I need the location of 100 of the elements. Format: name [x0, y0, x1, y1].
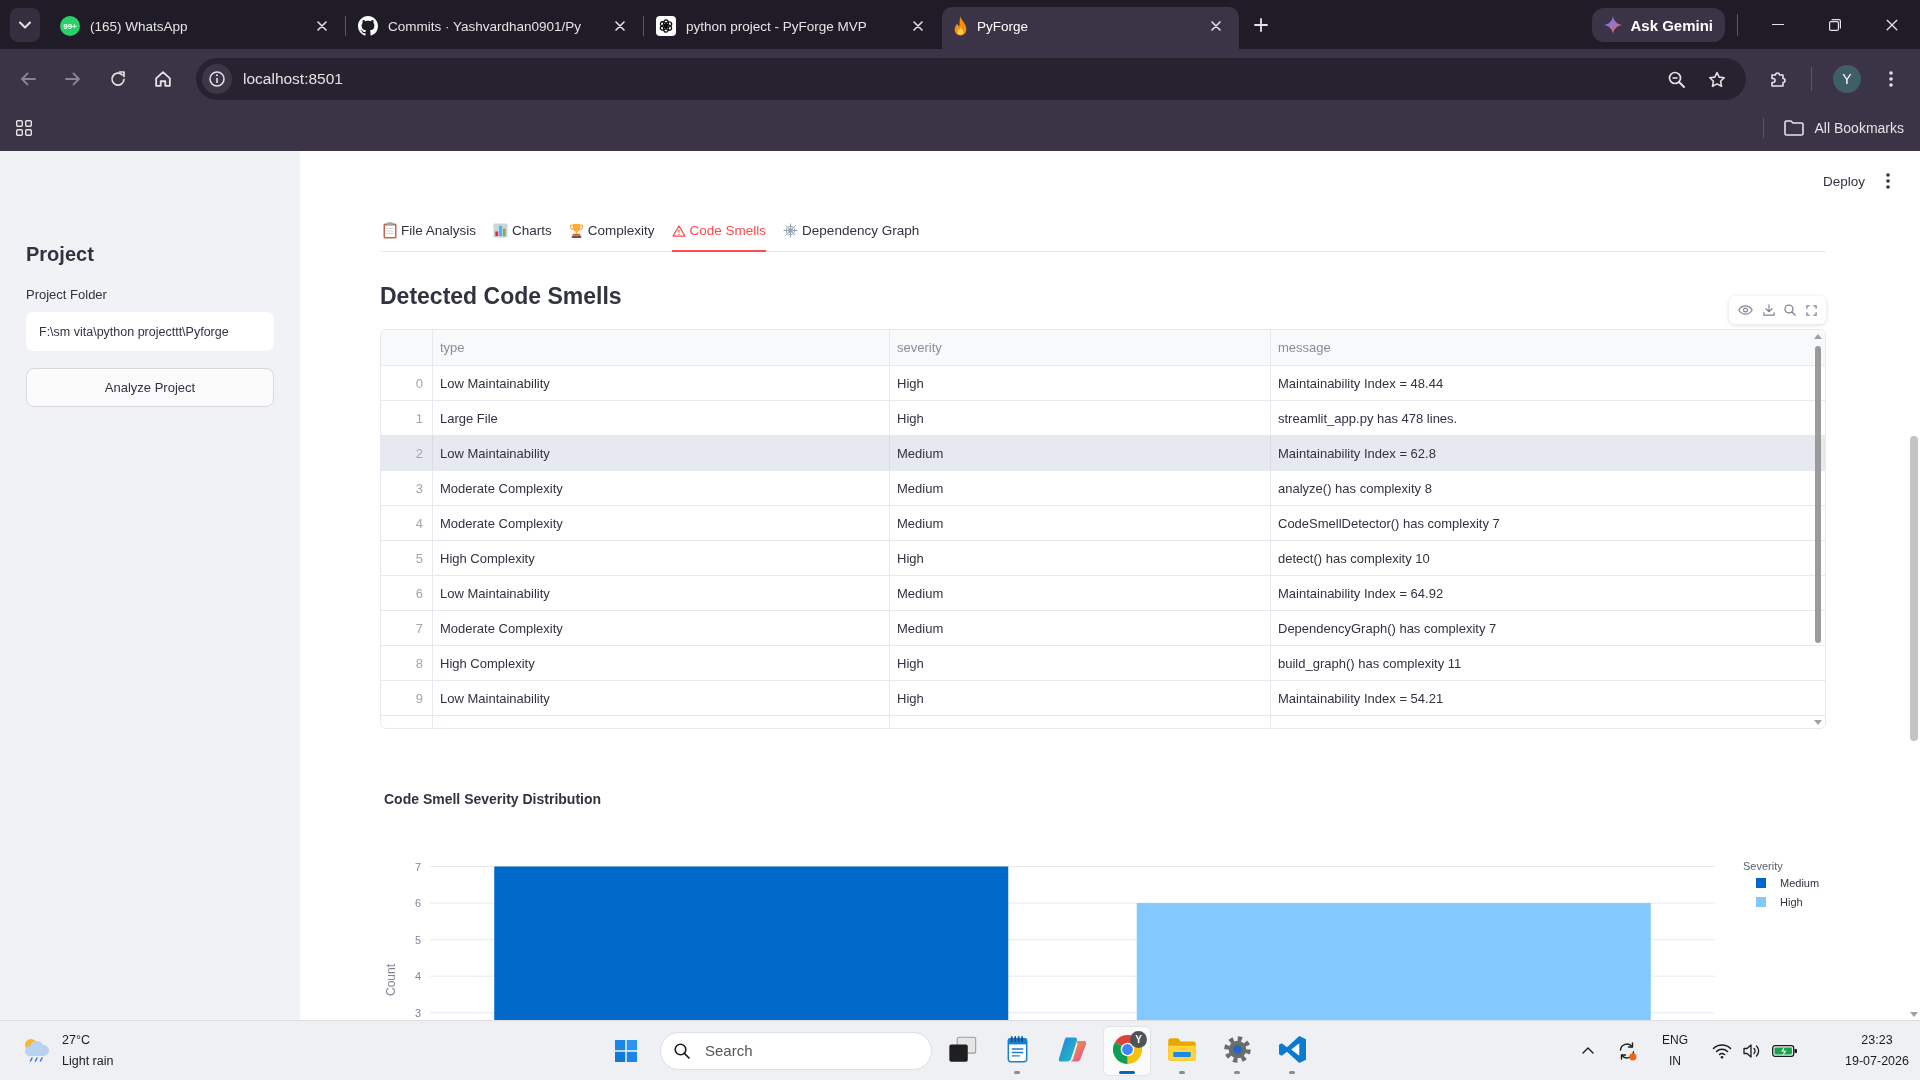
close-icon[interactable]: [913, 21, 923, 31]
puzzle-piece-icon[interactable]: [1770, 70, 1788, 88]
notepad-icon: [1005, 1035, 1029, 1063]
gear-icon: [1223, 1035, 1251, 1063]
knot-logo-icon: [656, 16, 676, 36]
table-cell: High: [890, 646, 1271, 680]
sidebar-heading: Project: [26, 242, 94, 266]
row-index-cell: 4: [381, 506, 433, 540]
tab[interactable]: File Analysis: [383, 211, 477, 252]
scroll-down-arrow-icon[interactable]: [1910, 1012, 1918, 1017]
table-cell-text: Maintainability Index = 48.44: [1277, 374, 1445, 393]
new-tab-icon[interactable]: [1254, 18, 1268, 32]
folder-path-field[interactable]: F:\sm vita\python projecttt\Pyforge: [26, 312, 274, 351]
row-index-cell: 2: [381, 436, 433, 470]
table-cell-text: Maintainability Index = 62.8: [1277, 444, 1437, 463]
weather-condition-text: Light rain: [62, 1052, 114, 1070]
start-icon[interactable]: [615, 1039, 637, 1062]
minimize-icon[interactable]: [1771, 23, 1784, 26]
site-info-icon[interactable]: [202, 64, 232, 94]
table-cell: Low Maintainability: [433, 366, 890, 400]
battery-charging-icon[interactable]: [1772, 1043, 1798, 1058]
legend-title: Severity: [1743, 860, 1783, 872]
close-icon[interactable]: [317, 21, 327, 31]
bookmark-star-icon[interactable]: [1708, 70, 1726, 88]
table-cell-text: Maintainability Index = 64.92: [1277, 584, 1445, 603]
eye-icon[interactable]: [1737, 305, 1753, 315]
tab[interactable]: Complexity: [568, 211, 655, 252]
zoom-out-icon[interactable]: [1667, 70, 1685, 88]
chevron-up-icon[interactable]: [1582, 1047, 1594, 1054]
kebab-menu-icon[interactable]: [1886, 173, 1890, 189]
table-cell-text: streamlit_app.py has 478 lines.: [1277, 409, 1459, 428]
tab-search-button[interactable]: [10, 8, 40, 42]
table-cell: Medium: [890, 576, 1271, 610]
browser-tab[interactable]: Commits · Yashvardhan0901/Py: [346, 7, 643, 49]
row-index-cell: 0: [381, 366, 433, 400]
profile-badge: Y: [1130, 1031, 1147, 1048]
search-icon[interactable]: [1784, 304, 1797, 316]
clock-date[interactable]: 19-07-2026: [1845, 1052, 1909, 1070]
caret-down-icon: [19, 21, 31, 29]
legend-label[interactable]: High: [1780, 896, 1803, 908]
row-index-cell: 6: [381, 576, 433, 610]
table-cell: Low Maintainability: [433, 681, 890, 715]
row-index-cell: 7: [381, 611, 433, 645]
language-label[interactable]: ENG: [1662, 1031, 1688, 1049]
download-icon[interactable]: [1762, 304, 1775, 316]
ask-gemini-button[interactable]: Ask Gemini: [1592, 8, 1725, 42]
region-label[interactable]: IN: [1669, 1052, 1681, 1070]
row-index-cell: 1: [381, 401, 433, 435]
temperature-text: 27°C: [62, 1031, 90, 1049]
code-editor-icon: [1278, 1035, 1306, 1063]
sync-icon[interactable]: [1617, 1040, 1637, 1061]
deploy-button[interactable]: Deploy: [1812, 167, 1875, 195]
table-cell: High: [890, 366, 1271, 400]
tab[interactable]: Dependency Graph: [783, 211, 920, 252]
clock-time[interactable]: 23:23: [1861, 1031, 1893, 1049]
taskbar-app-button[interactable]: Y: [1103, 1026, 1151, 1076]
reload-icon[interactable]: [110, 71, 126, 87]
scroll-down-arrow-icon[interactable]: [1814, 720, 1822, 725]
swirl-logo-icon: [1057, 1035, 1087, 1063]
table-cell: Moderate Complexity: [433, 506, 890, 540]
tab[interactable]: Charts: [493, 211, 552, 252]
browser-tab[interactable]: python project - PyForge MVP: [644, 7, 941, 49]
search-field[interactable]: Search: [660, 1031, 932, 1070]
kebab-menu-icon[interactable]: [1889, 71, 1893, 87]
folder-icon: [1167, 1036, 1197, 1062]
table-cell: High: [890, 401, 1271, 435]
table-cell-text: CodeSmellDetector() has complexity 7: [1277, 514, 1501, 533]
legend-label[interactable]: Medium: [1780, 877, 1820, 889]
table-cell-text: detect() has complexity 10: [1277, 549, 1431, 568]
forward-arrow-icon[interactable]: [65, 71, 81, 87]
wifi-icon[interactable]: [1712, 1042, 1732, 1059]
back-arrow-icon[interactable]: [20, 71, 36, 87]
volume-icon[interactable]: [1742, 1042, 1762, 1059]
row-index-cell: 9: [381, 681, 433, 715]
axis-tick-label: 7: [414, 860, 421, 873]
folder-icon: [1783, 120, 1804, 136]
profile-avatar[interactable]: Y: [1833, 65, 1861, 93]
home-icon[interactable]: [155, 71, 171, 87]
address-bar[interactable]: localhost:8501: [196, 58, 1746, 100]
table-cell: Medium: [890, 436, 1271, 470]
analyze-project-button[interactable]: Analyze Project: [26, 368, 274, 407]
restore-icon[interactable]: [1828, 18, 1841, 31]
browser-tab[interactable]: 99+ (165) WhatsApp: [48, 7, 345, 49]
all-bookmarks-button[interactable]: All Bookmarks: [1778, 116, 1908, 140]
close-icon[interactable]: [1211, 21, 1221, 31]
table-cell-text: analyze() has complexity 8: [1277, 479, 1433, 498]
scrollbar-thumb[interactable]: [1910, 436, 1918, 741]
axis-tick-label: 5: [414, 933, 421, 946]
table-cell: Moderate Complexity: [433, 471, 890, 505]
table-cell-text: Maintainability Index = 54.21: [1277, 689, 1445, 708]
scrollbar-thumb[interactable]: [1815, 346, 1821, 643]
fullscreen-icon[interactable]: [1806, 304, 1818, 316]
trophy-icon: [568, 223, 584, 238]
close-icon[interactable]: [615, 21, 625, 31]
stacked-windows-icon: [947, 1035, 977, 1063]
apps-grid-icon[interactable]: [16, 120, 32, 136]
close-icon[interactable]: [1885, 18, 1898, 31]
search-icon: [674, 1042, 690, 1059]
browser-tab[interactable]: PyForge: [942, 7, 1239, 49]
table-cell: High: [890, 541, 1271, 575]
